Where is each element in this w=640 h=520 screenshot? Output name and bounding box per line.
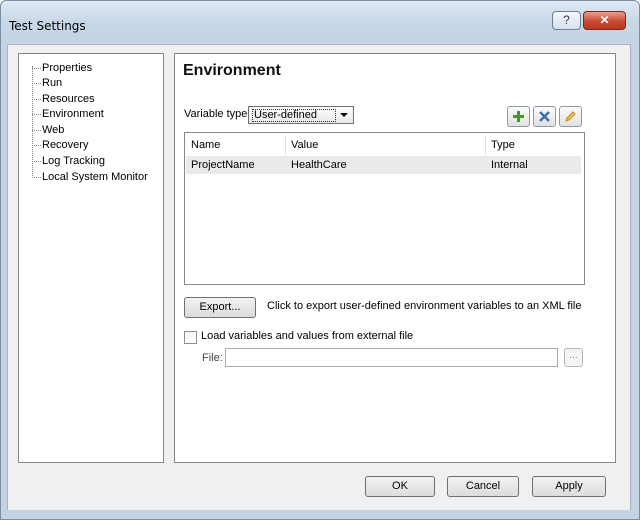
tree-item-label: Environment <box>42 108 104 120</box>
tree-item-label: Web <box>42 124 65 136</box>
help-button[interactable]: ? <box>552 11 581 30</box>
tree-item-web[interactable]: Web <box>32 123 162 138</box>
column-divider <box>485 136 486 154</box>
tree-item-log-tracking[interactable]: Log Tracking <box>32 154 162 169</box>
tree-item-environment[interactable]: Environment <box>32 107 162 122</box>
edit-variable-button[interactable] <box>559 106 582 127</box>
window-title: Test Settings <box>9 19 86 33</box>
delete-variable-button[interactable] <box>533 106 556 127</box>
column-header-name[interactable]: Name <box>191 137 220 153</box>
variable-type-select[interactable]: User-defined <box>248 106 354 124</box>
pencil-icon <box>565 111 576 122</box>
tree-item-recovery[interactable]: Recovery <box>32 138 162 153</box>
variables-table <box>184 132 585 285</box>
tree-item-local-system-monitor[interactable]: Local System Monitor <box>32 170 162 185</box>
file-label: File: <box>202 352 223 364</box>
variable-type-value: User-defined <box>252 109 336 122</box>
cell-name: ProjectName <box>191 159 255 171</box>
column-divider <box>285 136 286 154</box>
cell-value: HealthCare <box>291 159 347 171</box>
tree-item-label: Properties <box>42 62 93 74</box>
column-header-value[interactable]: Value <box>291 137 318 153</box>
ok-button[interactable]: OK <box>365 476 435 497</box>
cell-type: Internal <box>491 159 528 171</box>
tree-item-label: Log Tracking <box>42 155 105 167</box>
cancel-button[interactable]: Cancel <box>447 476 519 497</box>
variable-type-label: Variable type: <box>184 108 251 120</box>
load-external-label[interactable]: Load variables and values from external … <box>201 330 413 342</box>
export-button[interactable]: Export... <box>184 297 256 318</box>
file-path-input[interactable] <box>225 348 558 367</box>
export-description: Click to export user-defined environment… <box>267 300 582 312</box>
apply-button[interactable]: Apply <box>532 476 606 497</box>
close-button[interactable]: ✕ <box>583 11 626 30</box>
load-external-checkbox[interactable] <box>184 331 197 344</box>
tree-item-label: Run <box>42 77 63 89</box>
plus-icon <box>513 111 524 122</box>
browse-button[interactable]: ... <box>564 348 583 367</box>
delete-icon <box>539 111 550 122</box>
tree-item-label: Local System Monitor <box>42 171 148 183</box>
column-header-type[interactable]: Type <box>491 137 515 153</box>
tree-item-resources[interactable]: Resources <box>32 92 162 107</box>
tree-item-run[interactable]: Run <box>32 76 162 91</box>
tree-item-properties[interactable]: Properties <box>32 61 162 76</box>
tree-item-label: Resources <box>42 93 95 105</box>
chevron-down-icon <box>340 113 348 117</box>
page-title: Environment <box>183 62 281 79</box>
tree-item-label: Recovery <box>42 139 89 151</box>
add-variable-button[interactable] <box>507 106 530 127</box>
